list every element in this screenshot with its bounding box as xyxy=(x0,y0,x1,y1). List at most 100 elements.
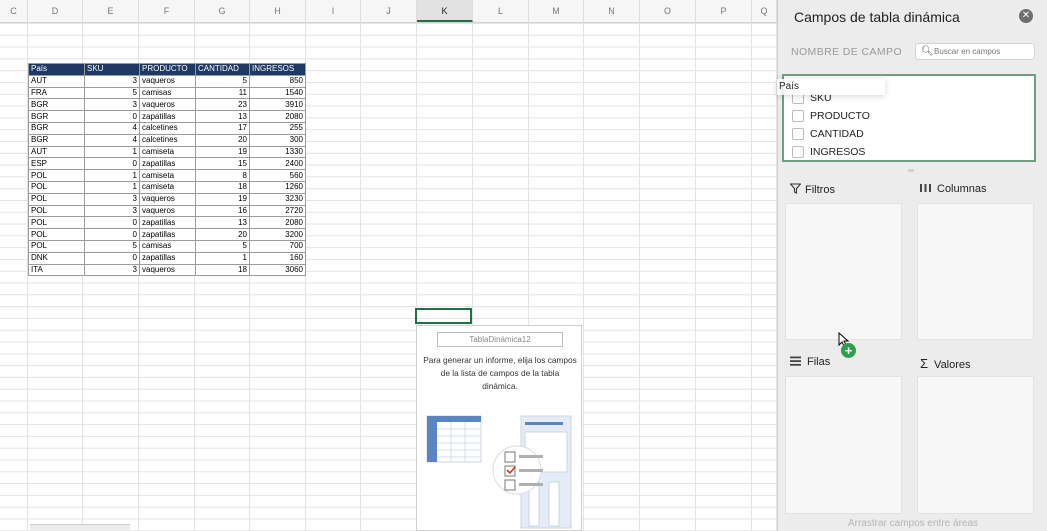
active-cell-selection[interactable] xyxy=(415,308,472,324)
field-item-cantidad[interactable]: CANTIDAD xyxy=(792,126,864,142)
table-cell[interactable]: 5 xyxy=(84,86,140,100)
table-cell[interactable]: 4 xyxy=(84,133,140,147)
field-item-producto[interactable]: PRODUCTO xyxy=(792,108,870,124)
column-header-p[interactable]: P xyxy=(696,0,752,22)
table-cell[interactable]: 3 xyxy=(84,74,140,88)
table-cell[interactable]: 11 xyxy=(195,86,250,100)
table-cell[interactable]: 1 xyxy=(84,180,140,194)
table-cell[interactable]: 17 xyxy=(195,121,250,135)
table-cell[interactable]: 560 xyxy=(249,169,306,182)
table-cell[interactable]: 700 xyxy=(249,239,306,253)
table-cell[interactable]: vaqueros xyxy=(139,263,196,277)
table-cell[interactable]: camiseta xyxy=(139,169,196,182)
table-cell[interactable]: calcetines xyxy=(139,133,196,147)
close-icon[interactable]: ✕ xyxy=(1019,9,1033,23)
table-cell[interactable]: 18 xyxy=(195,180,250,194)
table-cell[interactable]: 13 xyxy=(195,216,250,230)
dragging-field-pais[interactable]: País xyxy=(777,79,885,95)
table-cell[interactable]: DNK xyxy=(28,251,85,265)
table-cell[interactable]: AUT xyxy=(28,74,85,88)
table-cell[interactable]: 3200 xyxy=(249,228,306,241)
table-cell[interactable]: 3060 xyxy=(249,263,306,277)
table-cell[interactable]: 2720 xyxy=(249,204,306,218)
table-cell[interactable]: 0 xyxy=(84,228,140,241)
table-cell[interactable]: 19 xyxy=(195,145,250,159)
table-cell[interactable]: 2080 xyxy=(249,110,306,123)
table-cell[interactable]: 2400 xyxy=(249,157,306,171)
table-cell[interactable]: 20 xyxy=(195,133,250,147)
table-cell[interactable]: 0 xyxy=(84,157,140,171)
table-cell[interactable]: 23 xyxy=(195,98,250,112)
header-producto[interactable]: PRODUCTO xyxy=(139,63,196,76)
header-pais[interactable]: País xyxy=(28,63,85,76)
table-cell[interactable]: zapatillas xyxy=(139,216,196,230)
table-cell[interactable]: POL xyxy=(28,228,85,241)
column-header-c[interactable]: C xyxy=(0,0,28,22)
column-header-g[interactable]: G xyxy=(195,0,250,22)
table-cell[interactable]: vaqueros xyxy=(139,204,196,218)
table-cell[interactable]: 3230 xyxy=(249,192,306,206)
table-cell[interactable]: POL xyxy=(28,204,85,218)
table-cell[interactable]: camisas xyxy=(139,86,196,100)
table-cell[interactable]: zapatillas xyxy=(139,110,196,123)
table-cell[interactable]: FRA xyxy=(28,86,85,100)
column-header-q[interactable]: Q xyxy=(752,0,777,22)
table-cell[interactable]: 1260 xyxy=(249,180,306,194)
table-cell[interactable]: BGR xyxy=(28,110,85,123)
table-cell[interactable]: zapatillas xyxy=(139,228,196,241)
column-header-o[interactable]: O xyxy=(640,0,696,22)
resize-handle[interactable] xyxy=(908,169,914,172)
table-cell[interactable]: 0 xyxy=(84,110,140,123)
table-cell[interactable]: POL xyxy=(28,192,85,206)
table-cell[interactable]: 3 xyxy=(84,98,140,112)
table-cell[interactable]: vaqueros xyxy=(139,192,196,206)
table-cell[interactable]: 2080 xyxy=(249,216,306,230)
table-cell[interactable]: 5 xyxy=(195,74,250,88)
table-cell[interactable]: POL xyxy=(28,216,85,230)
table-cell[interactable]: BGR xyxy=(28,98,85,112)
table-cell[interactable]: zapatillas xyxy=(139,251,196,265)
column-header-m[interactable]: M xyxy=(529,0,584,22)
column-header-i[interactable]: I xyxy=(306,0,361,22)
header-ingresos[interactable]: INGRESOS xyxy=(249,63,306,76)
table-cell[interactable]: calcetines xyxy=(139,121,196,135)
table-cell[interactable]: 20 xyxy=(195,228,250,241)
table-cell[interactable]: zapatillas xyxy=(139,157,196,171)
table-cell[interactable]: 4 xyxy=(84,121,140,135)
table-cell[interactable]: 1330 xyxy=(249,145,306,159)
table-cell[interactable]: 3910 xyxy=(249,98,306,112)
table-cell[interactable]: 3 xyxy=(84,204,140,218)
table-cell[interactable]: camisas xyxy=(139,239,196,253)
table-cell[interactable]: 1 xyxy=(195,251,250,265)
table-cell[interactable]: 3 xyxy=(84,192,140,206)
checkbox-icon[interactable] xyxy=(792,128,804,141)
table-cell[interactable]: 13 xyxy=(195,110,250,123)
columns-drop-zone[interactable] xyxy=(917,203,1034,340)
table-cell[interactable]: 1 xyxy=(84,145,140,159)
spreadsheet-area[interactable]: CDEFGHIJKLMNOPQ País SKU PRODUCTO CANTID… xyxy=(0,0,777,531)
column-header-e[interactable]: E xyxy=(83,0,139,22)
column-header-k[interactable]: K xyxy=(417,0,473,22)
table-cell[interactable]: vaqueros xyxy=(139,98,196,112)
field-search-input[interactable] xyxy=(934,45,1032,58)
table-cell[interactable]: 16 xyxy=(195,204,250,218)
table-cell[interactable]: 8 xyxy=(195,169,250,182)
table-cell[interactable]: 1540 xyxy=(249,86,306,100)
table-cell[interactable]: 0 xyxy=(84,216,140,230)
table-cell[interactable]: 1 xyxy=(84,169,140,182)
field-item-ingresos[interactable]: INGRESOS xyxy=(792,144,865,160)
table-cell[interactable]: 160 xyxy=(249,251,306,265)
column-header-l[interactable]: L xyxy=(473,0,529,22)
table-cell[interactable]: BGR xyxy=(28,121,85,135)
table-cell[interactable]: 5 xyxy=(84,239,140,253)
table-cell[interactable]: 3 xyxy=(84,263,140,277)
table-cell[interactable]: 255 xyxy=(249,121,306,135)
table-cell[interactable]: camiseta xyxy=(139,145,196,159)
values-drop-zone[interactable] xyxy=(917,376,1034,514)
data-table[interactable]: País SKU PRODUCTO CANTIDAD INGRESOS AUT 3… xyxy=(28,63,306,277)
column-header-d[interactable]: D xyxy=(28,0,83,22)
rows-drop-zone[interactable] xyxy=(785,376,902,514)
column-header-n[interactable]: N xyxy=(584,0,640,22)
field-search-box[interactable]: 🔍︎ xyxy=(915,43,1035,60)
table-cell[interactable]: 15 xyxy=(195,157,250,171)
